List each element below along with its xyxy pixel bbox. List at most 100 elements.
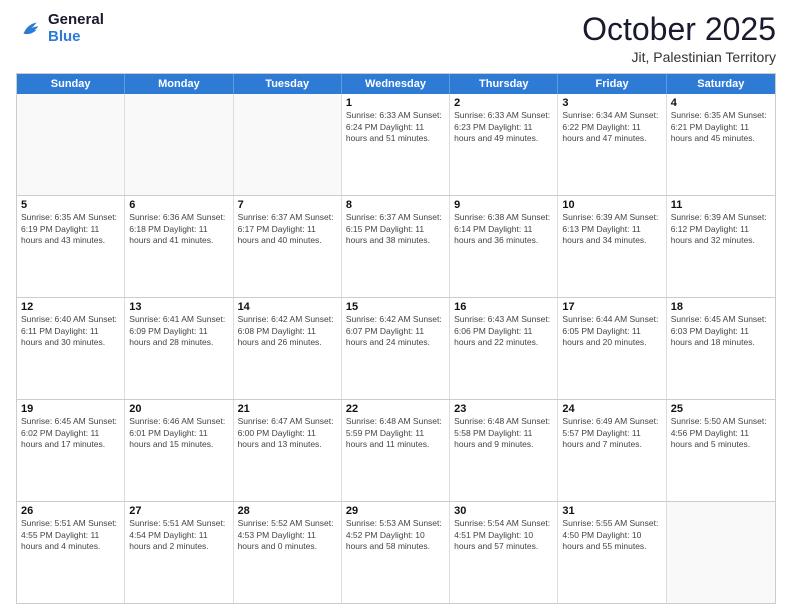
day-info: Sunrise: 6:48 AM Sunset: 5:59 PM Dayligh… [346, 416, 445, 450]
calendar: Sunday Monday Tuesday Wednesday Thursday… [16, 73, 776, 604]
logo-text: General Blue [48, 12, 104, 45]
header-friday: Friday [558, 74, 666, 94]
day-info: Sunrise: 6:37 AM Sunset: 6:17 PM Dayligh… [238, 212, 337, 246]
page: General Blue October 2025 Jit, Palestini… [0, 0, 792, 612]
day-number: 6 [129, 199, 228, 211]
day-number: 22 [346, 403, 445, 415]
day-number: 11 [671, 199, 771, 211]
day-7: 7Sunrise: 6:37 AM Sunset: 6:17 PM Daylig… [234, 196, 342, 297]
day-info: Sunrise: 5:52 AM Sunset: 4:53 PM Dayligh… [238, 518, 337, 552]
day-30: 30Sunrise: 5:54 AM Sunset: 4:51 PM Dayli… [450, 502, 558, 603]
day-number: 24 [562, 403, 661, 415]
header-saturday: Saturday [667, 74, 775, 94]
calendar-header: Sunday Monday Tuesday Wednesday Thursday… [17, 74, 775, 94]
day-info: Sunrise: 6:45 AM Sunset: 6:02 PM Dayligh… [21, 416, 120, 450]
day-number: 26 [21, 505, 120, 517]
subtitle: Jit, Palestinian Territory [582, 49, 776, 65]
day-21: 21Sunrise: 6:47 AM Sunset: 6:00 PM Dayli… [234, 400, 342, 501]
day-28: 28Sunrise: 5:52 AM Sunset: 4:53 PM Dayli… [234, 502, 342, 603]
week-row-2: 5Sunrise: 6:35 AM Sunset: 6:19 PM Daylig… [17, 195, 775, 297]
day-number: 2 [454, 97, 553, 109]
day-info: Sunrise: 6:44 AM Sunset: 6:05 PM Dayligh… [562, 314, 661, 348]
day-info: Sunrise: 6:43 AM Sunset: 6:06 PM Dayligh… [454, 314, 553, 348]
empty-cell-0-1 [125, 94, 233, 195]
day-info: Sunrise: 6:42 AM Sunset: 6:08 PM Dayligh… [238, 314, 337, 348]
day-number: 8 [346, 199, 445, 211]
header: General Blue October 2025 Jit, Palestini… [16, 12, 776, 65]
day-number: 18 [671, 301, 771, 313]
day-number: 31 [562, 505, 661, 517]
day-number: 10 [562, 199, 661, 211]
day-number: 17 [562, 301, 661, 313]
day-25: 25Sunrise: 5:50 AM Sunset: 4:56 PM Dayli… [667, 400, 775, 501]
day-11: 11Sunrise: 6:39 AM Sunset: 6:12 PM Dayli… [667, 196, 775, 297]
logo-icon [16, 15, 44, 43]
day-info: Sunrise: 5:51 AM Sunset: 4:54 PM Dayligh… [129, 518, 228, 552]
day-31: 31Sunrise: 5:55 AM Sunset: 4:50 PM Dayli… [558, 502, 666, 603]
day-number: 27 [129, 505, 228, 517]
day-number: 9 [454, 199, 553, 211]
day-6: 6Sunrise: 6:36 AM Sunset: 6:18 PM Daylig… [125, 196, 233, 297]
day-number: 13 [129, 301, 228, 313]
day-number: 12 [21, 301, 120, 313]
day-info: Sunrise: 5:54 AM Sunset: 4:51 PM Dayligh… [454, 518, 553, 552]
day-number: 23 [454, 403, 553, 415]
day-info: Sunrise: 5:53 AM Sunset: 4:52 PM Dayligh… [346, 518, 445, 552]
day-info: Sunrise: 6:49 AM Sunset: 5:57 PM Dayligh… [562, 416, 661, 450]
day-info: Sunrise: 6:36 AM Sunset: 6:18 PM Dayligh… [129, 212, 228, 246]
week-row-3: 12Sunrise: 6:40 AM Sunset: 6:11 PM Dayli… [17, 297, 775, 399]
day-number: 16 [454, 301, 553, 313]
header-tuesday: Tuesday [234, 74, 342, 94]
day-number: 5 [21, 199, 120, 211]
empty-cell-0-2 [234, 94, 342, 195]
day-info: Sunrise: 6:35 AM Sunset: 6:21 PM Dayligh… [671, 110, 771, 144]
day-number: 20 [129, 403, 228, 415]
day-16: 16Sunrise: 6:43 AM Sunset: 6:06 PM Dayli… [450, 298, 558, 399]
week-row-4: 19Sunrise: 6:45 AM Sunset: 6:02 PM Dayli… [17, 399, 775, 501]
header-thursday: Thursday [450, 74, 558, 94]
day-23: 23Sunrise: 6:48 AM Sunset: 5:58 PM Dayli… [450, 400, 558, 501]
day-number: 7 [238, 199, 337, 211]
day-info: Sunrise: 6:47 AM Sunset: 6:00 PM Dayligh… [238, 416, 337, 450]
title-block: October 2025 Jit, Palestinian Territory [582, 12, 776, 65]
day-5: 5Sunrise: 6:35 AM Sunset: 6:19 PM Daylig… [17, 196, 125, 297]
day-info: Sunrise: 6:41 AM Sunset: 6:09 PM Dayligh… [129, 314, 228, 348]
day-info: Sunrise: 5:50 AM Sunset: 4:56 PM Dayligh… [671, 416, 771, 450]
day-29: 29Sunrise: 5:53 AM Sunset: 4:52 PM Dayli… [342, 502, 450, 603]
header-wednesday: Wednesday [342, 74, 450, 94]
empty-cell-4-6 [667, 502, 775, 603]
day-number: 4 [671, 97, 771, 109]
day-number: 15 [346, 301, 445, 313]
day-18: 18Sunrise: 6:45 AM Sunset: 6:03 PM Dayli… [667, 298, 775, 399]
day-19: 19Sunrise: 6:45 AM Sunset: 6:02 PM Dayli… [17, 400, 125, 501]
day-info: Sunrise: 6:37 AM Sunset: 6:15 PM Dayligh… [346, 212, 445, 246]
day-4: 4Sunrise: 6:35 AM Sunset: 6:21 PM Daylig… [667, 94, 775, 195]
day-info: Sunrise: 6:46 AM Sunset: 6:01 PM Dayligh… [129, 416, 228, 450]
day-number: 25 [671, 403, 771, 415]
day-info: Sunrise: 6:45 AM Sunset: 6:03 PM Dayligh… [671, 314, 771, 348]
day-26: 26Sunrise: 5:51 AM Sunset: 4:55 PM Dayli… [17, 502, 125, 603]
day-2: 2Sunrise: 6:33 AM Sunset: 6:23 PM Daylig… [450, 94, 558, 195]
day-number: 3 [562, 97, 661, 109]
day-info: Sunrise: 6:33 AM Sunset: 6:23 PM Dayligh… [454, 110, 553, 144]
day-number: 21 [238, 403, 337, 415]
day-info: Sunrise: 6:39 AM Sunset: 6:12 PM Dayligh… [671, 212, 771, 246]
day-info: Sunrise: 6:39 AM Sunset: 6:13 PM Dayligh… [562, 212, 661, 246]
main-title: October 2025 [582, 12, 776, 47]
day-info: Sunrise: 6:40 AM Sunset: 6:11 PM Dayligh… [21, 314, 120, 348]
empty-cell-0-0 [17, 94, 125, 195]
day-14: 14Sunrise: 6:42 AM Sunset: 6:08 PM Dayli… [234, 298, 342, 399]
day-3: 3Sunrise: 6:34 AM Sunset: 6:22 PM Daylig… [558, 94, 666, 195]
day-info: Sunrise: 6:34 AM Sunset: 6:22 PM Dayligh… [562, 110, 661, 144]
day-info: Sunrise: 6:38 AM Sunset: 6:14 PM Dayligh… [454, 212, 553, 246]
week-row-1: 1Sunrise: 6:33 AM Sunset: 6:24 PM Daylig… [17, 94, 775, 195]
day-20: 20Sunrise: 6:46 AM Sunset: 6:01 PM Dayli… [125, 400, 233, 501]
day-9: 9Sunrise: 6:38 AM Sunset: 6:14 PM Daylig… [450, 196, 558, 297]
day-8: 8Sunrise: 6:37 AM Sunset: 6:15 PM Daylig… [342, 196, 450, 297]
day-27: 27Sunrise: 5:51 AM Sunset: 4:54 PM Dayli… [125, 502, 233, 603]
day-number: 14 [238, 301, 337, 313]
day-info: Sunrise: 5:55 AM Sunset: 4:50 PM Dayligh… [562, 518, 661, 552]
day-10: 10Sunrise: 6:39 AM Sunset: 6:13 PM Dayli… [558, 196, 666, 297]
day-13: 13Sunrise: 6:41 AM Sunset: 6:09 PM Dayli… [125, 298, 233, 399]
day-number: 28 [238, 505, 337, 517]
